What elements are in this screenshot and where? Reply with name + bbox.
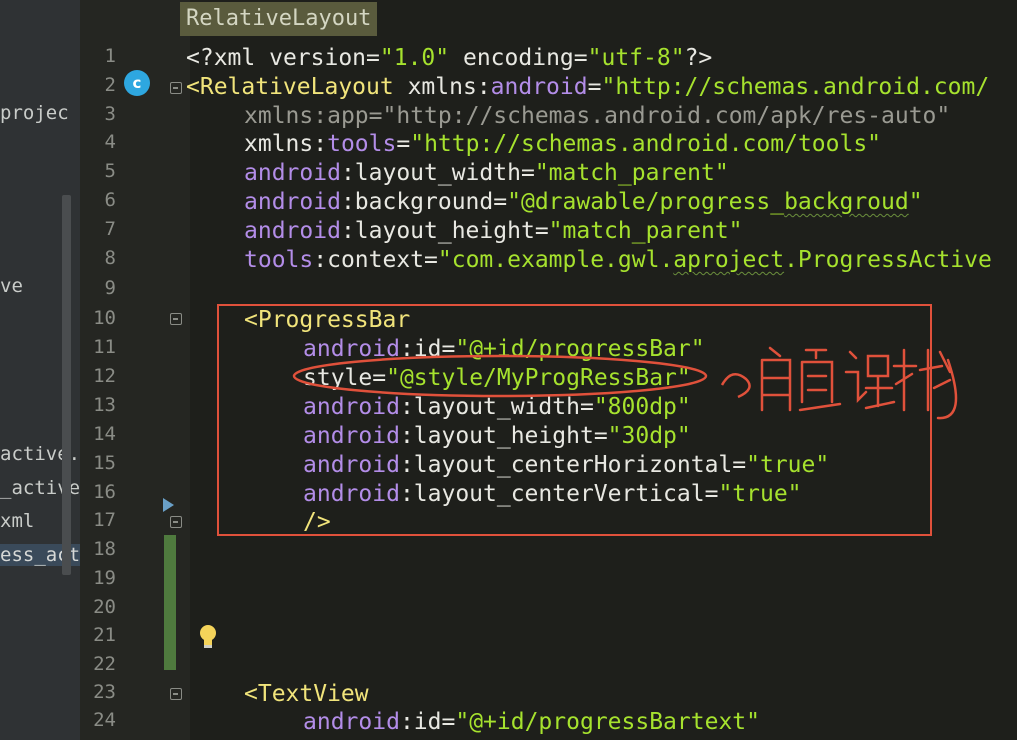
attr-value-typo: aproject — [673, 247, 785, 273]
line-number: 20 — [93, 596, 116, 618]
sidebar-scrollbar[interactable] — [62, 195, 71, 575]
equals: = — [587, 74, 602, 100]
sidebar-item-project[interactable]: projec — [0, 102, 69, 124]
line-number: 11 — [93, 336, 116, 358]
attr-name: :background — [340, 189, 494, 215]
line-number: 1 — [104, 45, 116, 67]
line-number: 10 — [93, 307, 116, 329]
namespace: tools — [327, 131, 397, 157]
attr-name: encoding — [449, 45, 574, 71]
equals: = — [366, 45, 380, 71]
attr-name: :layout_height — [340, 218, 535, 244]
attr-value: "@+id/progressBartext" — [455, 709, 760, 735]
breakpoint-arrow-icon[interactable] — [163, 498, 174, 512]
equals: = — [441, 709, 456, 735]
equals: = — [396, 131, 411, 157]
namespace: android — [244, 160, 341, 186]
code-line-3[interactable]: xmlns:app="http://schemas.android.com/ap… — [244, 103, 950, 129]
code-line-23[interactable]: <TextView — [244, 681, 369, 707]
attr-value: "http://schemas.android.com/ — [601, 74, 990, 100]
attr-name: :layout_width — [340, 160, 521, 186]
namespace: android — [244, 189, 341, 215]
namespace: android — [244, 218, 341, 244]
attr-name: version — [269, 45, 367, 71]
line-number: 24 — [93, 709, 116, 731]
attr-name: :context — [313, 247, 425, 273]
line-number: 6 — [104, 189, 116, 211]
attr-name: xmlns — [244, 131, 314, 157]
line-number: 4 — [104, 131, 116, 153]
attr-value: "@drawable/progress_ — [507, 189, 785, 215]
equals: = — [424, 247, 438, 273]
attr-name: xmlns — [407, 74, 477, 100]
fold-collapse-icon[interactable] — [170, 313, 182, 325]
attr-value: "match_parent" — [534, 160, 729, 186]
attr-value-typo: backgroud — [784, 189, 909, 215]
attr-name: xmlns — [244, 103, 314, 129]
line-number: 2 — [104, 74, 116, 96]
tag-open: <TextView — [244, 681, 369, 707]
code-line-1[interactable]: <?xml version="1.0" encoding="utf-8"?> — [186, 45, 712, 71]
attr-name: :id — [399, 709, 442, 735]
code-line-5[interactable]: android:layout_width="match_parent" — [244, 160, 729, 186]
equals: = — [368, 103, 383, 129]
code-line-4[interactable]: xmlns:tools="http://schemas.android.com/… — [244, 131, 881, 157]
line-number: 22 — [93, 653, 116, 675]
equals: = — [493, 189, 508, 215]
colon: : — [313, 103, 328, 129]
project-sidebar: projec ve active. _active xml ess_act — [0, 0, 80, 740]
annotation-box — [217, 304, 932, 536]
namespace: tools — [244, 247, 314, 273]
equals: = — [534, 218, 549, 244]
colon: : — [476, 74, 491, 100]
fold-collapse-icon[interactable] — [170, 82, 182, 94]
code-line-2[interactable]: <RelativeLayout xmlns:android="http://sc… — [186, 74, 989, 100]
breadcrumb[interactable]: RelativeLayout — [180, 2, 378, 36]
attr-value: "http://schemas.android.com/tools" — [410, 131, 882, 157]
line-number: 23 — [93, 681, 116, 703]
equals: = — [573, 45, 588, 71]
line-number: 8 — [104, 247, 116, 269]
line-number: 17 — [93, 509, 116, 531]
line-number: 15 — [93, 452, 116, 474]
line-number: 12 — [93, 365, 116, 387]
line-number: 18 — [93, 538, 116, 560]
line-number: 21 — [93, 624, 116, 646]
attr-value: "utf-8" — [587, 45, 685, 71]
line-number: 16 — [93, 481, 116, 503]
line-number: 19 — [93, 567, 116, 589]
lightbulb-icon[interactable] — [198, 624, 218, 650]
xml-decl-open: <?xml — [186, 45, 270, 71]
fold-collapse-icon[interactable] — [170, 688, 182, 700]
code-line-8[interactable]: tools:context="com.example.gwl.aproject.… — [244, 247, 992, 273]
namespace: android — [303, 709, 400, 735]
attr-value: "http://schemas.android.com/apk/res-auto… — [382, 103, 951, 129]
code-line-7[interactable]: android:layout_height="match_parent" — [244, 218, 743, 244]
sidebar-item-xml[interactable]: xml — [0, 510, 34, 532]
line-number: 14 — [93, 423, 116, 445]
vcs-change-marker[interactable] — [164, 535, 176, 670]
attr-value: " — [908, 189, 923, 215]
sidebar-item-ve[interactable]: ve — [0, 275, 23, 297]
attr-value: "1.0" — [379, 45, 450, 71]
fold-collapse-icon[interactable] — [170, 516, 182, 528]
line-number: 5 — [104, 160, 116, 182]
attr-value: .ProgressActive — [784, 247, 992, 273]
attr-value: "match_parent" — [548, 218, 743, 244]
line-number: 13 — [93, 394, 116, 416]
attr-value: "com.example.gwl. — [437, 247, 674, 273]
equals: = — [520, 160, 535, 186]
code-line-24[interactable]: android:id="@+id/progressBartext" — [303, 709, 760, 735]
namespace: app — [327, 103, 369, 129]
namespace: android — [490, 74, 588, 100]
line-number: 3 — [104, 103, 116, 125]
xml-decl-close: ?> — [684, 45, 713, 71]
tag-open: <RelativeLayout — [186, 74, 408, 100]
code-line-6[interactable]: android:background="@drawable/progress_b… — [244, 189, 923, 215]
class-badge-icon[interactable]: c — [124, 70, 150, 96]
colon: : — [313, 131, 328, 157]
line-number: 7 — [104, 218, 116, 240]
line-number: 9 — [104, 277, 116, 299]
